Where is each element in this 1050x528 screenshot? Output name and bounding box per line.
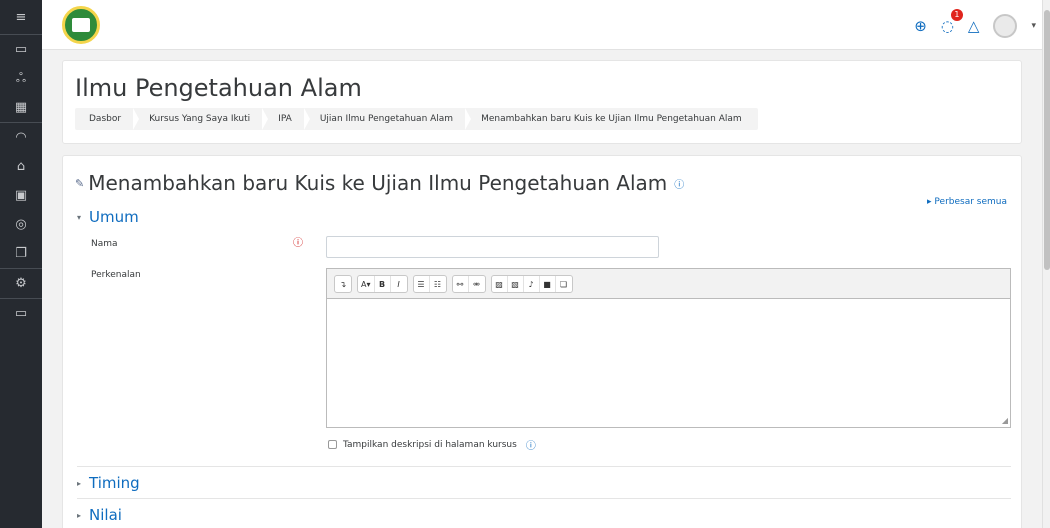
- messages-bubble-icon: ◌: [940, 17, 954, 35]
- section-divider: [77, 466, 1011, 467]
- resize-handle-icon[interactable]: ◢: [1002, 416, 1008, 425]
- section-grade-label: Nilai: [89, 506, 122, 524]
- record-audio-icon[interactable]: ♪: [524, 276, 540, 292]
- nav-participants-icon[interactable]: ஃ: [0, 64, 42, 93]
- quiz-icon: ✎: [75, 176, 85, 190]
- section-timing-header[interactable]: ▸ Timing: [77, 474, 140, 492]
- nav-calendar-icon[interactable]: ▣: [0, 181, 42, 210]
- toolbar-group-media: ▨ ▧ ♪ ■ ❏: [490, 275, 573, 293]
- show-description-checkbox[interactable]: [328, 440, 337, 449]
- unordered-list-icon[interactable]: ☰: [414, 276, 430, 292]
- name-input[interactable]: [326, 236, 659, 258]
- toolbar-group-style: A▾ B I: [357, 275, 408, 293]
- breadcrumb-item-course[interactable]: IPA: [262, 108, 310, 130]
- navbar-icons: ⊕ ◌ 1 △ ▾: [914, 9, 1036, 38]
- section-general-header[interactable]: ▾ Umum: [77, 208, 139, 226]
- toolbar-group-links: ⚯ ⚮: [451, 275, 486, 293]
- paragraph-styles-icon[interactable]: A▾: [358, 276, 375, 292]
- notifications-bell-icon[interactable]: △: [968, 17, 980, 35]
- messages-icon[interactable]: ◌ 1: [940, 9, 963, 35]
- site-logo[interactable]: [62, 6, 100, 44]
- editor-toolbar: ↴ A▾ B I ☰ ☷ ⚯ ⚮ ▨ ▧ ♪ ■ ❏: [327, 269, 1010, 299]
- section-timing-label: Timing: [89, 474, 140, 492]
- expand-all-label: Perbesar semua: [934, 197, 1007, 207]
- nav-dashboard-icon[interactable]: ◠: [0, 123, 42, 152]
- user-avatar[interactable]: [993, 14, 1018, 38]
- scrollbar-thumb[interactable]: [1044, 10, 1050, 270]
- nav-grades-icon[interactable]: ▦: [0, 93, 42, 122]
- message-count-badge: 1: [950, 9, 963, 21]
- link-icon[interactable]: ⚯: [453, 276, 469, 292]
- form-heading-text: Menambahkan baru Kuis ke Ujian Ilmu Peng…: [88, 171, 668, 195]
- intro-editor: ↴ A▾ B I ☰ ☷ ⚯ ⚮ ▨ ▧ ♪ ■ ❏ ◢: [326, 268, 1011, 428]
- media-icon[interactable]: ▧: [508, 276, 524, 292]
- name-label: Nama: [91, 239, 118, 249]
- nav-courses-icon[interactable]: ◎: [0, 210, 42, 239]
- breadcrumb-item-dashboard[interactable]: Dasbor: [75, 108, 140, 130]
- language-globe-icon[interactable]: ⊕: [914, 17, 927, 35]
- help-icon[interactable]: ⓘ: [674, 176, 684, 191]
- page-title: Ilmu Pengetahuan Alam: [75, 74, 362, 102]
- nav-settings-gear-icon[interactable]: ⚙: [0, 269, 42, 298]
- breadcrumb-item-current: Menambahkan baru Kuis ke Ujian Ilmu Peng…: [481, 114, 742, 124]
- show-more-buttons-icon[interactable]: ↴: [335, 276, 351, 292]
- chevron-right-icon: ▸: [77, 510, 82, 520]
- nav-folder-icon[interactable]: ▭: [0, 35, 42, 64]
- toolbar-group-lists: ☰ ☷: [412, 275, 447, 293]
- show-description-row: Tampilkan deskripsi di halaman kursus ⓘ: [328, 437, 536, 452]
- record-video-icon[interactable]: ■: [540, 276, 556, 292]
- breadcrumb: Dasbor Kursus Yang Saya Ikuti IPA Ujian …: [75, 108, 758, 130]
- show-description-label: Tampilkan deskripsi di halaman kursus: [343, 439, 517, 450]
- toolbar-group-show-more: ↴: [334, 275, 352, 293]
- section-divider: [77, 498, 1011, 499]
- form-heading: ✎ Menambahkan baru Kuis ke Ujian Ilmu Pe…: [75, 171, 684, 195]
- top-navbar: ⊕ ◌ 1 △ ▾: [42, 0, 1050, 50]
- nav-folder-icon-2[interactable]: ▭: [0, 299, 42, 328]
- unlink-icon[interactable]: ⚮: [469, 276, 485, 292]
- left-nav-drawer: ≡ ▭ ஃ ▦ ◠ ⌂ ▣ ◎ ❐ ⚙ ▭: [0, 0, 42, 528]
- nav-home-icon[interactable]: ⌂: [0, 152, 42, 181]
- chevron-right-icon: ▸: [77, 478, 82, 488]
- required-icon: ⓘ: [293, 238, 303, 249]
- expand-all-link[interactable]: ▸ Perbesar semua: [927, 197, 1007, 207]
- page-scrollbar[interactable]: [1042, 0, 1050, 528]
- hamburger-menu-icon[interactable]: ≡: [0, 0, 42, 34]
- intro-label: Perkenalan: [91, 270, 141, 280]
- section-grade-header[interactable]: ▸ Nilai: [77, 506, 122, 524]
- image-icon[interactable]: ▨: [492, 276, 508, 292]
- form-card: ✎ Menambahkan baru Kuis ke Ujian Ilmu Pe…: [62, 155, 1022, 528]
- chevron-down-icon: ▾: [77, 212, 82, 222]
- user-menu-chevron-down-icon[interactable]: ▾: [1031, 21, 1036, 31]
- italic-icon[interactable]: I: [391, 276, 407, 292]
- section-general-label: Umum: [89, 208, 139, 226]
- breadcrumb-item-my-courses[interactable]: Kursus Yang Saya Ikuti: [133, 108, 269, 130]
- help-icon[interactable]: ⓘ: [526, 437, 536, 452]
- page-header: Ilmu Pengetahuan Alam Dasbor Kursus Yang…: [62, 60, 1022, 144]
- manage-files-icon[interactable]: ❏: [556, 276, 572, 292]
- nav-files-icon[interactable]: ❐: [0, 239, 42, 268]
- editor-content-area[interactable]: [327, 299, 1010, 427]
- logo-book-icon: [72, 18, 90, 32]
- ordered-list-icon[interactable]: ☷: [430, 276, 446, 292]
- bold-icon[interactable]: B: [375, 276, 391, 292]
- breadcrumb-item-section[interactable]: Ujian Ilmu Pengetahuan Alam: [304, 108, 472, 130]
